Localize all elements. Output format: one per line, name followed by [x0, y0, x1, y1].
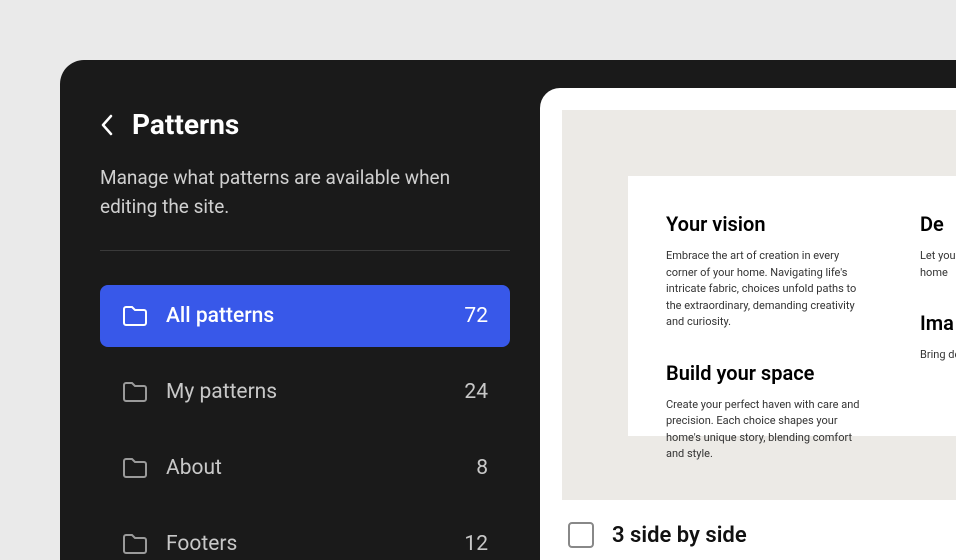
sidebar-item-count: 8	[476, 456, 488, 480]
sidebar-item-all-patterns[interactable]: All patterns 72	[100, 285, 510, 347]
patterns-panel: Patterns Manage what patterns are availa…	[60, 60, 956, 560]
block-paragraph: Create your perfect haven with care and …	[666, 397, 864, 463]
sidebar-item-count: 24	[464, 380, 488, 404]
back-chevron-icon[interactable]	[100, 114, 114, 136]
category-list: All patterns 72 My patterns 24 About 8	[100, 285, 510, 560]
pattern-canvas[interactable]: Your vision Embrace the art of creation …	[562, 110, 956, 500]
sidebar-item-label: Footers	[166, 532, 464, 556]
select-pattern-checkbox[interactable]	[568, 522, 594, 548]
sidebar-item-footers[interactable]: Footers 12	[100, 513, 510, 560]
block-heading: De	[920, 212, 956, 236]
pattern-title[interactable]: 3 side by side	[612, 523, 747, 548]
block-heading: Your vision	[666, 212, 864, 236]
sidebar-item-count: 72	[464, 304, 488, 328]
divider	[100, 250, 510, 251]
sidebar-item-label: About	[166, 456, 476, 480]
page-title: Patterns	[132, 108, 239, 141]
pattern-thumbnail: Your vision Embrace the art of creation …	[628, 176, 956, 436]
block-paragraph: Embrace the art of creation in every cor…	[666, 248, 864, 331]
block-paragraph: Bring design reflec	[920, 347, 956, 364]
patterns-sidebar: Patterns Manage what patterns are availa…	[60, 60, 540, 560]
page-subtitle: Manage what patterns are available when …	[100, 163, 510, 222]
block-heading: Build your space	[666, 361, 864, 385]
block-paragraph: Let your space home	[920, 248, 956, 281]
folder-icon	[122, 305, 148, 327]
folder-icon	[122, 533, 148, 555]
sidebar-item-count: 12	[464, 532, 488, 556]
sidebar-item-label: All patterns	[166, 304, 464, 328]
block-heading: Ima	[920, 311, 956, 335]
sidebar-item-label: My patterns	[166, 380, 464, 404]
pattern-preview-pane: Your vision Embrace the art of creation …	[540, 88, 956, 560]
folder-icon	[122, 381, 148, 403]
folder-icon	[122, 457, 148, 479]
sidebar-item-my-patterns[interactable]: My patterns 24	[100, 361, 510, 423]
sidebar-item-about[interactable]: About 8	[100, 437, 510, 499]
